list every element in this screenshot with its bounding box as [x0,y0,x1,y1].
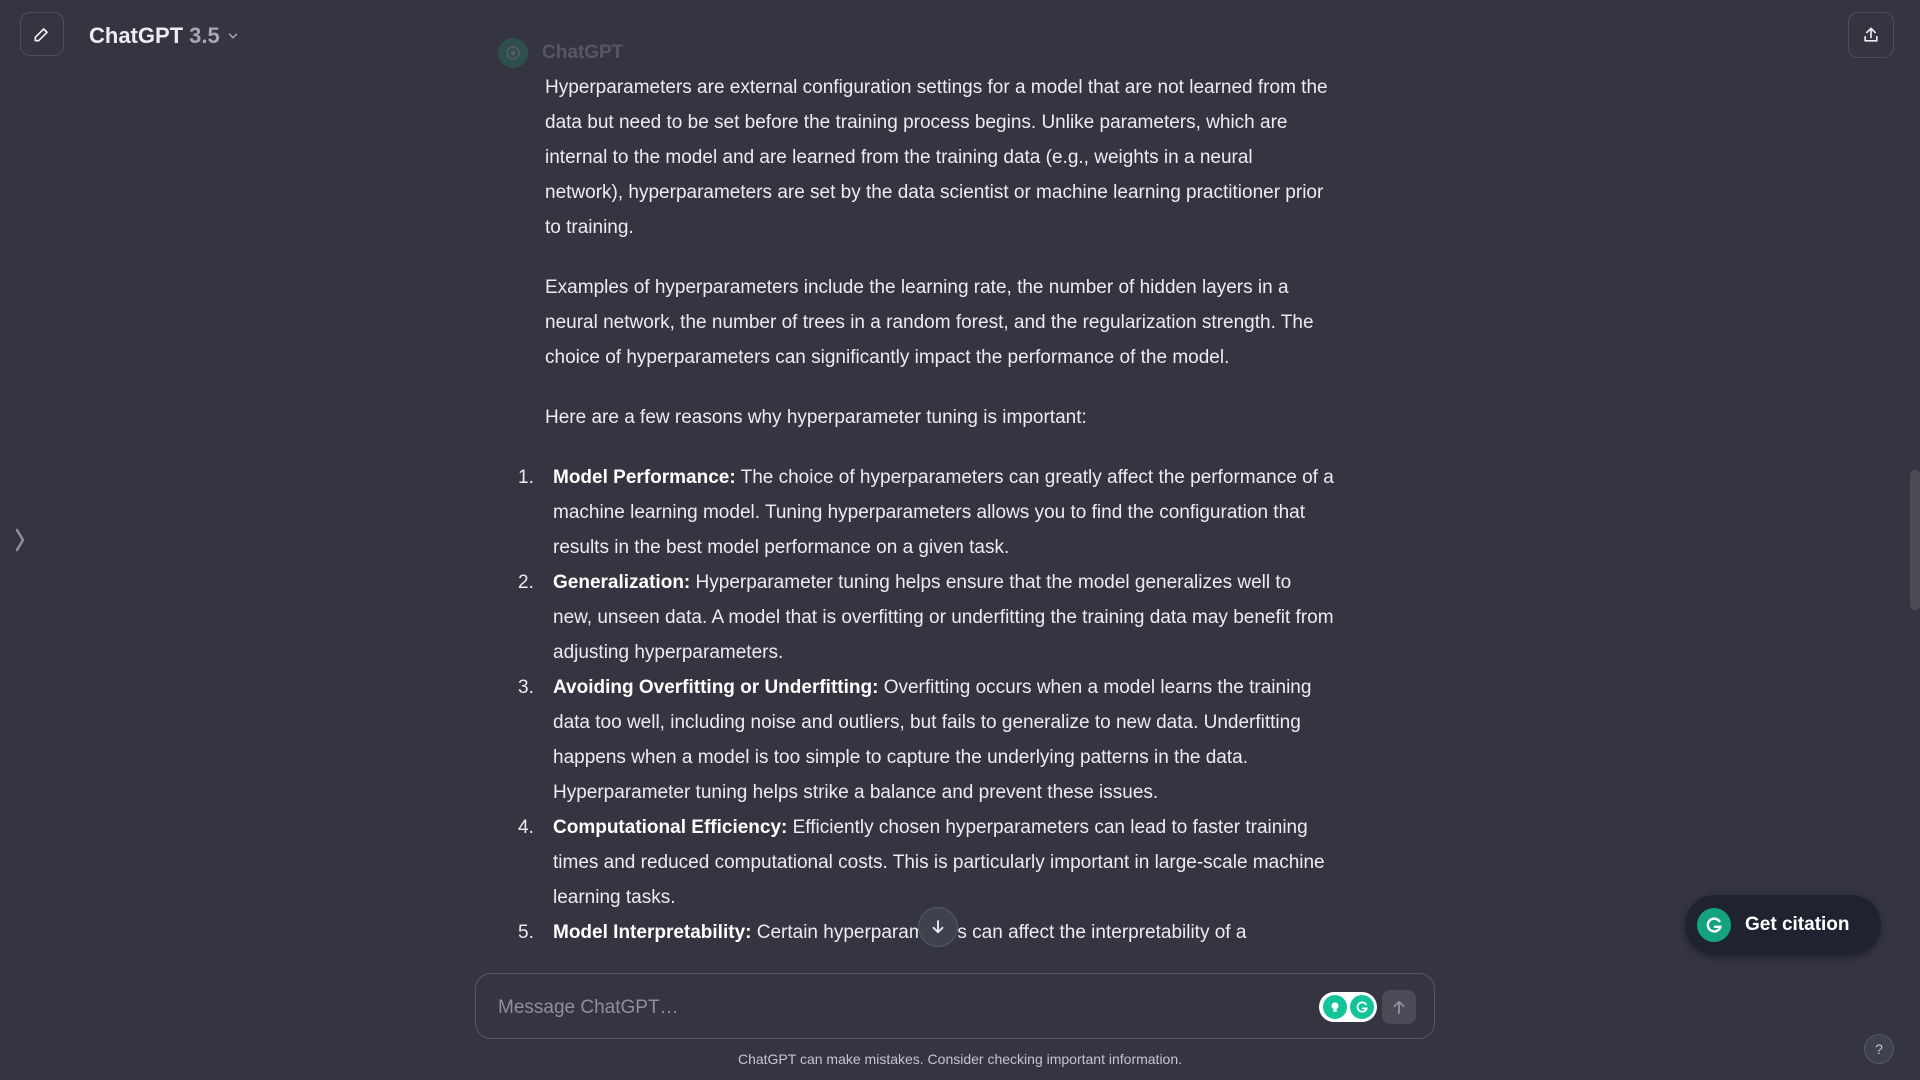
new-chat-button[interactable] [20,12,64,56]
list-item-number: 4. [518,817,534,838]
top-header: ChatGPT 3.5 [0,0,1920,70]
list-item: 1. Model Performance: The choice of hyper… [518,460,1335,565]
get-citation-label: Get citation [1745,914,1850,935]
list-item: 3. Avoiding Overfitting or Underfitting: … [518,670,1335,810]
share-upload-icon [1864,27,1878,42]
list-item-title: Computational Efficiency: [553,817,788,838]
grammarly-logo-icon [1697,908,1731,942]
arrow-down-icon [932,920,944,934]
grammarly-g-icon [1356,1001,1368,1013]
model-version: 3.5 [189,23,220,48]
grammarly-assist-icon [1322,995,1347,1019]
message-body: Hyperparameters are external configurati… [518,70,1335,950]
scrollbar-thumb[interactable] [1910,470,1920,610]
chatgpt-app: ChatGPT Hyperparameters are external con… [0,0,1920,1080]
message-paragraph: Here are a few reasons why hyperparamete… [545,407,1087,428]
grammarly-extension-pill[interactable] [1319,992,1377,1022]
send-button[interactable] [1382,990,1416,1024]
grammarly-icon [1349,995,1374,1019]
message-paragraph: Hyperparameters are external configurati… [545,77,1328,238]
scroll-to-bottom-button[interactable] [918,907,958,947]
message-composer [475,973,1435,1039]
conversation-area[interactable]: ChatGPT Hyperparameters are external con… [0,0,1920,970]
list-item-title: Model Interpretability: [553,922,752,943]
list-item: 4. Computational Efficiency: Efficiently … [518,810,1335,915]
share-button[interactable] [1848,12,1894,58]
list-item-number: 1. [518,467,534,488]
model-selector-dropdown[interactable]: ChatGPT 3.5 [89,22,240,50]
sidebar-toggle-button[interactable] [12,524,28,556]
message-paragraph: Examples of hyperparameters include the … [545,277,1314,368]
model-name: ChatGPT [89,23,184,48]
list-item-number: 5. [518,922,534,943]
list-item-title: Generalization: [553,572,691,593]
chevron-right-icon [15,528,25,552]
new-chat-pencil-icon [34,27,48,42]
chevron-down-icon [228,33,237,39]
lightbulb-icon [1331,1002,1338,1012]
list-item-text: Certain hyperparameters can affect the i… [751,922,1247,943]
reasons-list: 1. Model Performance: The choice of hyper… [518,460,1335,950]
disclaimer-text: ChatGPT can make mistakes. Consider chec… [737,1051,1183,1067]
message-input[interactable] [496,992,1280,1024]
list-item-title: Avoiding Overfitting or Underfitting: [553,677,879,698]
get-citation-button[interactable]: Get citation [1685,895,1881,955]
list-item-title: Model Performance: [553,467,736,488]
list-item: 2. Generalization: Hyperparameter tuning … [518,565,1335,670]
arrow-up-icon [1393,1000,1405,1014]
list-item-number: 3. [518,677,534,698]
grammarly-g-icon [1706,917,1723,933]
help-button[interactable]: ? [1864,1034,1894,1064]
list-item-number: 2. [518,572,534,593]
